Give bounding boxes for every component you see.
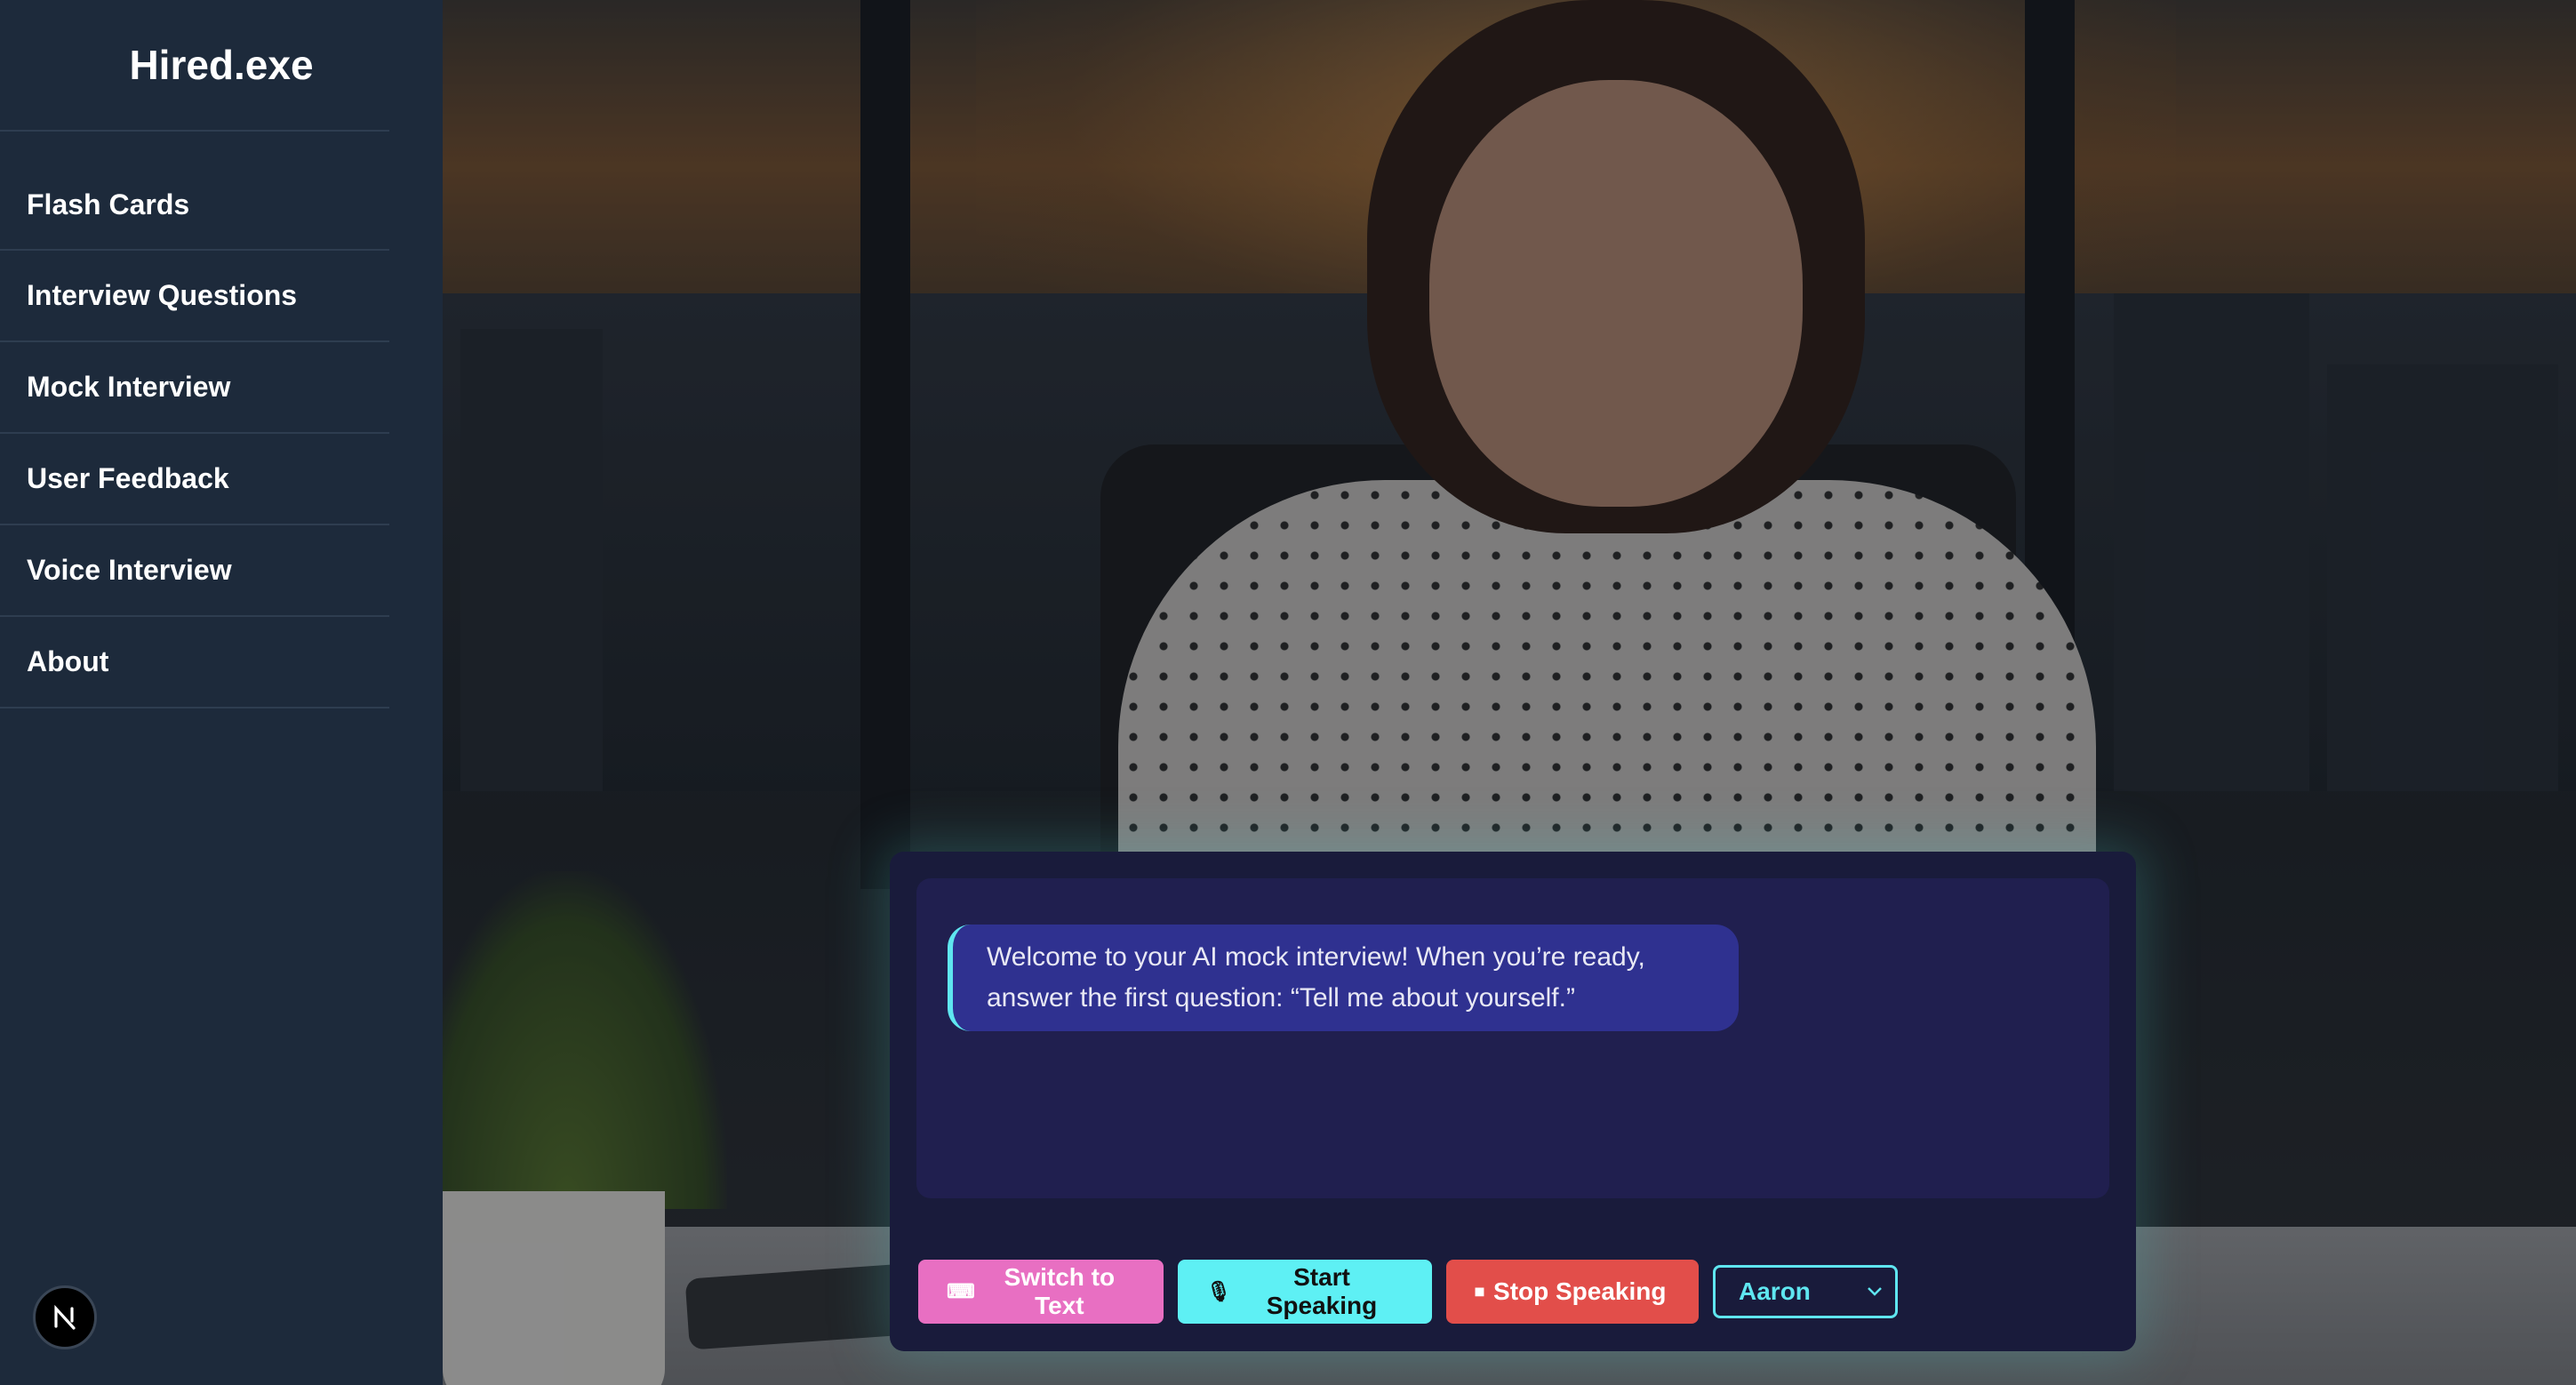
start-speaking-label: Start Speaking [1266,1263,1378,1319]
nextjs-logo-icon[interactable] [33,1285,97,1349]
interview-chat-panel: Welcome to your AI mock interview! When … [890,852,2136,1351]
chevron-down-icon [1868,1287,1882,1296]
sidebar-item-mock-interview[interactable]: Mock Interview [0,342,389,434]
voice-select[interactable]: Aaron [1713,1265,1898,1318]
start-speaking-button[interactable]: 🎙 Start Speaking [1178,1260,1432,1324]
voice-controls: ⌨ Switch to Text 🎙 Start Speaking ⏹ Stop… [918,1260,1898,1324]
sidebar-item-flash-cards[interactable]: Flash Cards [0,132,389,251]
microphone-icon: 🎙 [1206,1280,1231,1302]
keyboard-icon: ⌨ [947,1280,975,1302]
sidebar-item-about[interactable]: About [0,617,389,709]
app-title: Hired.exe [0,0,389,132]
sidebar-item-user-feedback[interactable]: User Feedback [0,434,389,525]
stop-speaking-label: Stop Speaking [1493,1277,1667,1305]
switch-to-text-button[interactable]: ⌨ Switch to Text [918,1260,1164,1324]
stop-icon: ⏹ [1475,1280,1485,1302]
ai-message-bubble: Welcome to your AI mock interview! When … [948,925,1739,1031]
sidebar-nav: Flash Cards Interview Questions Mock Int… [0,132,443,709]
sidebar-item-voice-interview[interactable]: Voice Interview [0,525,389,617]
switch-to-text-label: Switch to Text [1004,1263,1116,1319]
n-logo-glyph [54,1304,76,1330]
voice-select-value: Aaron [1739,1277,1811,1305]
sidebar-item-interview-questions[interactable]: Interview Questions [0,251,389,342]
chat-transcript[interactable]: Welcome to your AI mock interview! When … [916,878,2109,1198]
stop-speaking-button[interactable]: ⏹ Stop Speaking [1446,1260,1699,1324]
sidebar: Hired.exe Flash Cards Interview Question… [0,0,443,1385]
